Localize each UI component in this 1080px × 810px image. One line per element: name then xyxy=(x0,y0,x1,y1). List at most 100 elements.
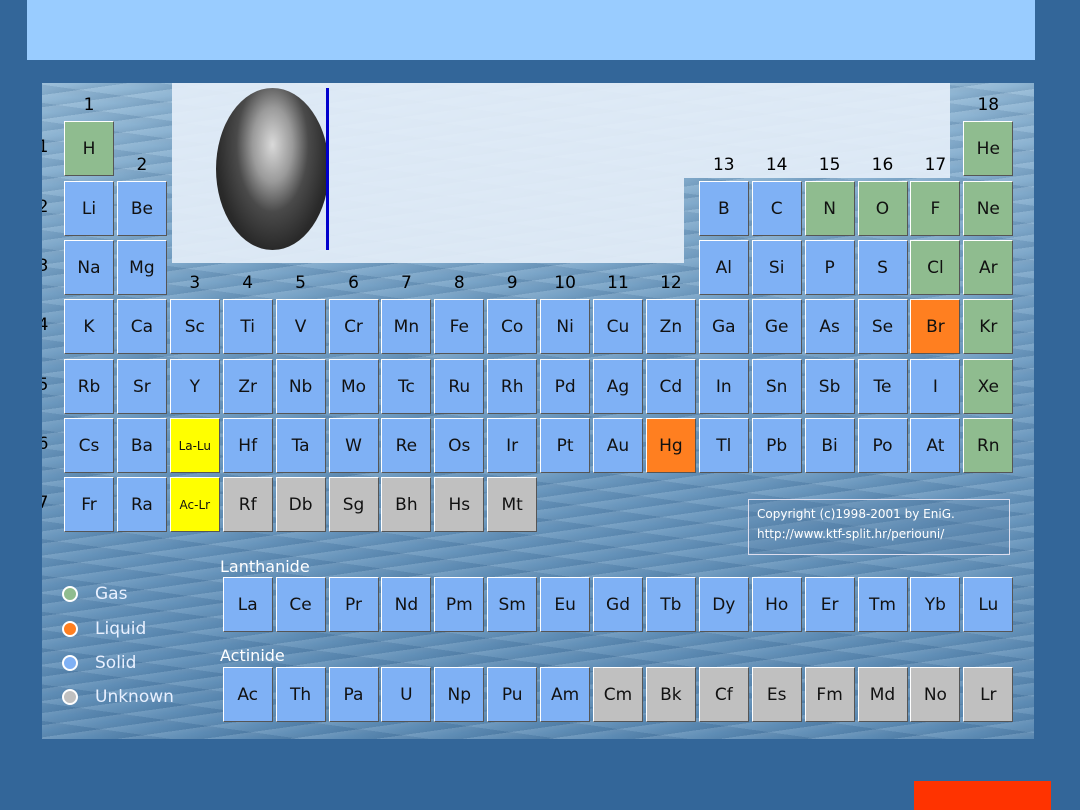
element-pd[interactable]: Pd xyxy=(540,359,591,414)
element-mn[interactable]: Mn xyxy=(381,299,432,354)
element-po[interactable]: Po xyxy=(857,418,908,473)
element-db[interactable]: Db xyxy=(275,477,326,532)
element-la-lu[interactable]: La-Lu xyxy=(169,418,220,473)
element-re[interactable]: Re xyxy=(381,418,432,473)
element-li[interactable]: Li xyxy=(64,181,114,236)
element-mt[interactable]: Mt xyxy=(487,477,538,532)
element-tl[interactable]: Tl xyxy=(698,418,749,473)
element-pa[interactable]: Pa xyxy=(328,667,379,722)
element-dy[interactable]: Dy xyxy=(698,577,749,632)
element-hs[interactable]: Hs xyxy=(434,477,485,532)
element-fm[interactable]: Fm xyxy=(804,667,855,722)
element-ir[interactable]: Ir xyxy=(487,418,538,473)
element-ne[interactable]: Ne xyxy=(963,181,1014,236)
element-au[interactable]: Au xyxy=(593,418,643,473)
element-pr[interactable]: Pr xyxy=(328,577,379,632)
element-u[interactable]: U xyxy=(381,667,432,722)
element-ga[interactable]: Ga xyxy=(698,299,749,354)
element-ag[interactable]: Ag xyxy=(593,359,643,414)
element-cm[interactable]: Cm xyxy=(593,667,643,722)
element-bh[interactable]: Bh xyxy=(381,477,432,532)
element-ra[interactable]: Ra xyxy=(116,477,167,532)
element-ac-lr[interactable]: Ac-Lr xyxy=(169,477,220,532)
element-fe[interactable]: Fe xyxy=(434,299,485,354)
element-w[interactable]: W xyxy=(328,418,379,473)
element-zr[interactable]: Zr xyxy=(222,359,273,414)
element-cr[interactable]: Cr xyxy=(328,299,379,354)
element-ru[interactable]: Ru xyxy=(434,359,485,414)
element-cu[interactable]: Cu xyxy=(593,299,643,354)
element-lu[interactable]: Lu xyxy=(963,577,1014,632)
element-os[interactable]: Os xyxy=(434,418,485,473)
element-rf[interactable]: Rf xyxy=(222,477,273,532)
element-zn[interactable]: Zn xyxy=(645,299,696,354)
element-sb[interactable]: Sb xyxy=(804,359,855,414)
element-mo[interactable]: Mo xyxy=(328,359,379,414)
element-er[interactable]: Er xyxy=(804,577,855,632)
element-ti[interactable]: Ti xyxy=(222,299,273,354)
element-gd[interactable]: Gd xyxy=(593,577,643,632)
element-nd[interactable]: Nd xyxy=(381,577,432,632)
element-pm[interactable]: Pm xyxy=(434,577,485,632)
element-be[interactable]: Be xyxy=(116,181,167,236)
element-am[interactable]: Am xyxy=(540,667,591,722)
element-ho[interactable]: Ho xyxy=(751,577,802,632)
element-bi[interactable]: Bi xyxy=(804,418,855,473)
element-cf[interactable]: Cf xyxy=(698,667,749,722)
element-hg[interactable]: Hg xyxy=(645,418,696,473)
element-v[interactable]: V xyxy=(275,299,326,354)
element-eu[interactable]: Eu xyxy=(540,577,591,632)
element-tb[interactable]: Tb xyxy=(645,577,696,632)
element-tc[interactable]: Tc xyxy=(381,359,432,414)
element-ba[interactable]: Ba xyxy=(116,418,167,473)
element-cs[interactable]: Cs xyxy=(64,418,114,473)
element-ar[interactable]: Ar xyxy=(963,240,1014,295)
element-rh[interactable]: Rh xyxy=(487,359,538,414)
element-np[interactable]: Np xyxy=(434,667,485,722)
element-md[interactable]: Md xyxy=(857,667,908,722)
element-rn[interactable]: Rn xyxy=(963,418,1014,473)
element-h[interactable]: H xyxy=(64,121,114,176)
element-s[interactable]: S xyxy=(857,240,908,295)
element-hf[interactable]: Hf xyxy=(222,418,273,473)
copyright-url[interactable]: http://www.ktf-split.hr/periouni/ xyxy=(757,524,1009,544)
element-ni[interactable]: Ni xyxy=(540,299,591,354)
element-ce[interactable]: Ce xyxy=(275,577,326,632)
element-b[interactable]: B xyxy=(698,181,749,236)
element-mg[interactable]: Mg xyxy=(116,240,167,295)
element-na[interactable]: Na xyxy=(64,240,114,295)
element-ta[interactable]: Ta xyxy=(275,418,326,473)
element-sn[interactable]: Sn xyxy=(751,359,802,414)
element-i[interactable]: I xyxy=(910,359,961,414)
element-o[interactable]: O xyxy=(857,181,908,236)
element-k[interactable]: K xyxy=(64,299,114,354)
element-n[interactable]: N xyxy=(804,181,855,236)
element-sm[interactable]: Sm xyxy=(487,577,538,632)
element-si[interactable]: Si xyxy=(751,240,802,295)
element-he[interactable]: He xyxy=(963,121,1014,176)
element-ge[interactable]: Ge xyxy=(751,299,802,354)
element-te[interactable]: Te xyxy=(857,359,908,414)
element-bk[interactable]: Bk xyxy=(645,667,696,722)
element-nb[interactable]: Nb xyxy=(275,359,326,414)
element-ac[interactable]: Ac xyxy=(222,667,273,722)
element-lr[interactable]: Lr xyxy=(963,667,1014,722)
element-kr[interactable]: Kr xyxy=(963,299,1014,354)
element-sc[interactable]: Sc xyxy=(169,299,220,354)
element-br[interactable]: Br xyxy=(910,299,961,354)
element-fr[interactable]: Fr xyxy=(64,477,114,532)
element-ca[interactable]: Ca xyxy=(116,299,167,354)
element-at[interactable]: At xyxy=(910,418,961,473)
element-al[interactable]: Al xyxy=(698,240,749,295)
element-pb[interactable]: Pb xyxy=(751,418,802,473)
element-p[interactable]: P xyxy=(804,240,855,295)
element-f[interactable]: F xyxy=(910,181,961,236)
element-no[interactable]: No xyxy=(910,667,961,722)
element-sg[interactable]: Sg xyxy=(328,477,379,532)
element-as[interactable]: As xyxy=(804,299,855,354)
element-la[interactable]: La xyxy=(222,577,273,632)
element-xe[interactable]: Xe xyxy=(963,359,1014,414)
element-y[interactable]: Y xyxy=(169,359,220,414)
element-pt[interactable]: Pt xyxy=(540,418,591,473)
element-th[interactable]: Th xyxy=(275,667,326,722)
